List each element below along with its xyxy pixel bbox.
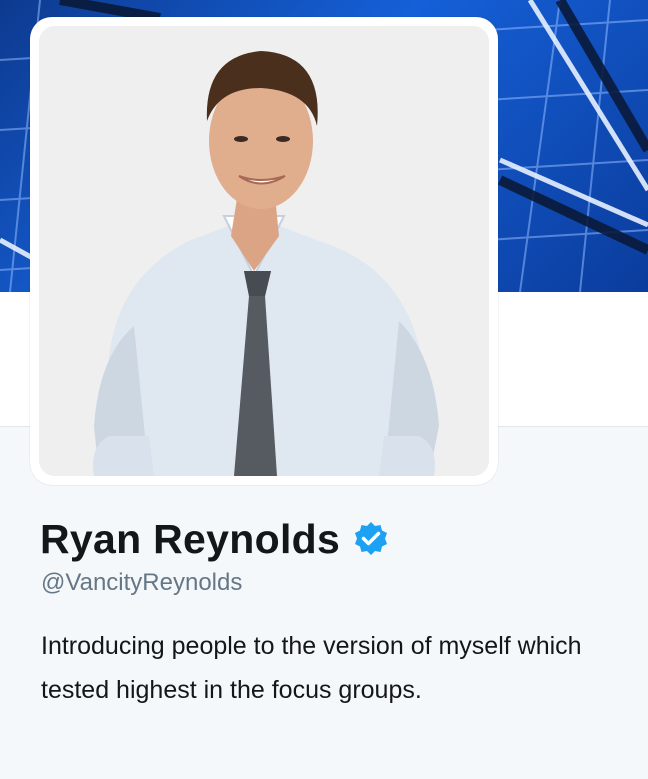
avatar-photo xyxy=(39,26,489,476)
profile-name[interactable]: Ryan Reynolds xyxy=(40,516,340,563)
profile-bio: Introducing people to the version of mys… xyxy=(41,632,582,704)
profile-handle[interactable]: @VancityReynolds xyxy=(41,569,242,597)
profile-avatar[interactable] xyxy=(39,26,489,476)
verified-badge-icon xyxy=(352,520,390,558)
profile-avatar-frame[interactable] xyxy=(30,17,498,485)
profile-name-row: Ryan Reynolds xyxy=(40,512,390,566)
